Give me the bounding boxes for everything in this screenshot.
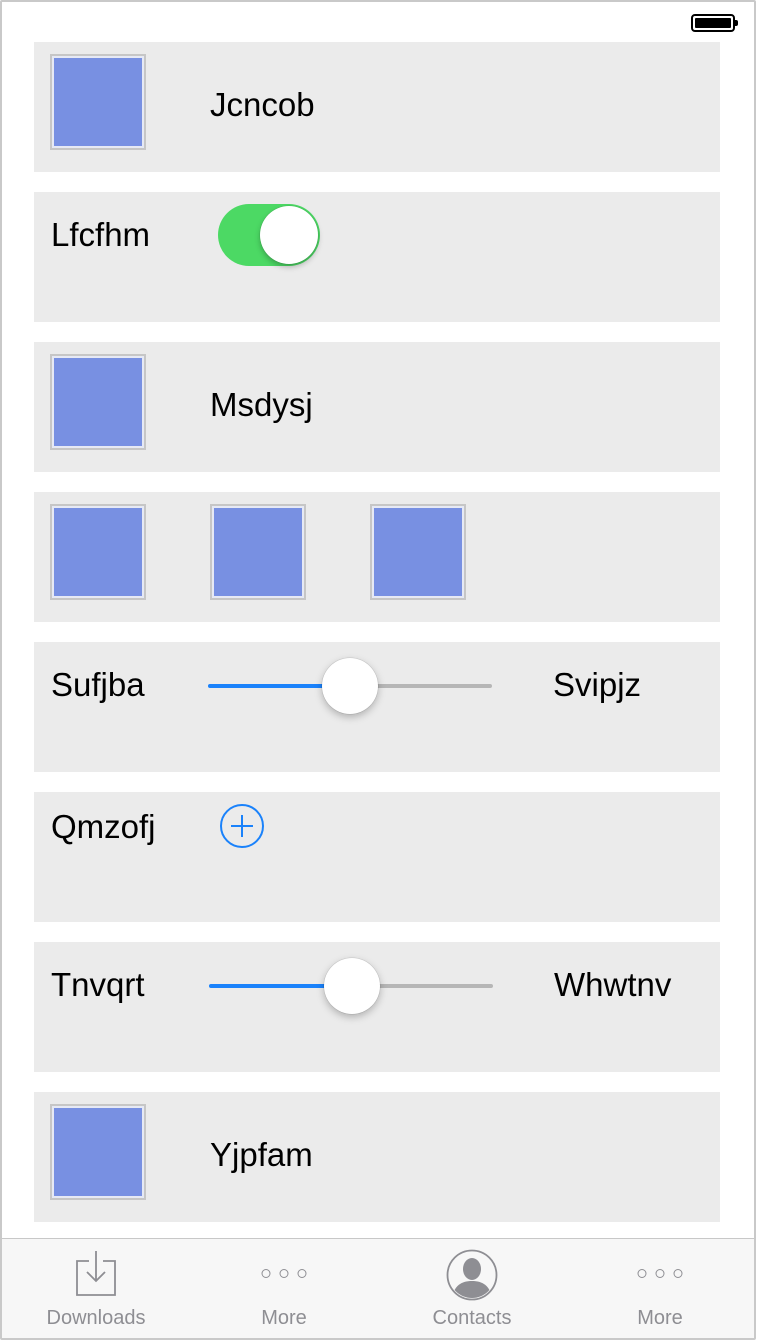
add-row: Qmzofj [34, 792, 720, 922]
tab-more-2[interactable]: More [566, 1239, 754, 1338]
add-icon[interactable] [220, 804, 264, 848]
slider-row-1: Sufjba Svipjz [34, 642, 720, 772]
more-icon [261, 1269, 307, 1278]
tab-downloads[interactable]: Downloads [2, 1239, 190, 1338]
tab-label: More [261, 1307, 307, 1329]
battery-icon [691, 14, 738, 32]
switch-knob [260, 206, 318, 264]
image-placeholder[interactable] [210, 504, 306, 600]
tab-label: More [637, 1307, 683, 1329]
row-label: Lfcfhm [51, 216, 151, 253]
tab-more-1[interactable]: More [190, 1239, 378, 1338]
slider-thumb[interactable] [324, 958, 380, 1014]
row-label: Yjpfam [210, 1136, 313, 1173]
slider-thumb[interactable] [322, 658, 378, 714]
list-row-jcncob[interactable]: Jcncob [34, 42, 720, 172]
more-icon [637, 1269, 683, 1278]
image-placeholder [50, 54, 146, 150]
slider-max-label: Svipjz [553, 666, 642, 703]
toggle-switch[interactable] [218, 204, 320, 266]
image-placeholder [50, 1104, 146, 1200]
list-row-yjpfam[interactable]: Yjpfam [34, 1092, 720, 1222]
list-row-lfcfhm: Lfcfhm [34, 192, 720, 322]
tab-bar: Downloads More Contacts More [2, 1238, 754, 1338]
slider[interactable] [208, 656, 492, 716]
slider-min-label: Sufjba [51, 666, 145, 703]
image-grid-row [34, 492, 720, 622]
download-icon [76, 1251, 116, 1296]
slider-row-2: Tnvqrt Whwtnv [34, 942, 720, 1072]
image-placeholder [50, 354, 146, 450]
list-row-msdysj[interactable]: Msdysj [34, 342, 720, 472]
tab-contacts[interactable]: Contacts [378, 1239, 566, 1338]
slider-max-label: Whwtnv [554, 966, 672, 1003]
tab-label: Contacts [432, 1307, 512, 1329]
slider[interactable] [209, 956, 493, 1016]
image-placeholder[interactable] [50, 504, 146, 600]
row-label: Msdysj [210, 386, 313, 423]
slider-min-label: Tnvqrt [51, 966, 145, 1003]
image-placeholder[interactable] [370, 504, 466, 600]
row-label: Qmzofj [51, 808, 156, 845]
tab-label: Downloads [46, 1307, 146, 1329]
app-screen: Jcncob Lfcfhm Msdysj Sufjba Svipjz Qmzof… [0, 0, 756, 1340]
row-label: Jcncob [210, 86, 315, 123]
contacts-icon [446, 1249, 498, 1301]
